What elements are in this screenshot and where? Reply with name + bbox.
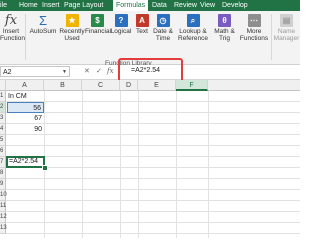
theta-icon: θ — [218, 14, 231, 27]
gridline — [6, 233, 300, 234]
autosum-button[interactable]: Σ AutoSum — [28, 13, 58, 35]
name-box[interactable]: A2 — [0, 66, 70, 77]
tab-page-layout[interactable]: Page Layout — [64, 0, 103, 11]
column-header-blank — [208, 80, 300, 91]
recently-used-label-1: Recently — [59, 28, 85, 35]
gridline — [6, 101, 300, 102]
logical-button[interactable]: ? Logical — [110, 13, 132, 35]
gridline — [6, 145, 300, 146]
ribbon-formulas: fx Insert Function Σ AutoSum ★ Recently … — [0, 11, 300, 67]
fx-icon: fx — [4, 13, 18, 28]
text-label: Text — [136, 28, 148, 35]
gridline — [6, 211, 300, 212]
lookup-reference-button[interactable]: ⌕ Lookup & Reference — [175, 13, 211, 42]
more-functions-label-1: More — [246, 28, 262, 35]
column-header-a[interactable]: A — [6, 80, 44, 91]
column-header-e[interactable]: E — [138, 80, 176, 91]
more-functions-label-2: Functions — [239, 35, 269, 42]
name-manager-icon: ▤ — [280, 14, 293, 27]
tab-home[interactable]: Home — [19, 0, 38, 11]
recently-used-label-2: Used — [64, 35, 80, 42]
name-manager-button[interactable]: ▤ Name Manager — [273, 13, 300, 42]
lookup-label-1: Lookup & — [179, 28, 207, 35]
math-trig-label-1: Math & — [214, 28, 235, 35]
date-time-label-2: Time — [155, 35, 171, 42]
ribbon-divider — [271, 14, 272, 60]
logical-label: Logical — [110, 28, 132, 35]
cell-a3[interactable]: 67 — [7, 113, 44, 124]
insert-function-icon[interactable]: fx — [107, 67, 114, 75]
tab-data[interactable]: Data — [152, 0, 167, 11]
name-manager-label-2: Manager — [273, 35, 300, 42]
worksheet-grid[interactable]: A B C D E F 1 2 3 4 5 6 7 8 9 10 11 12 1… — [0, 80, 300, 238]
gridline — [208, 91, 209, 238]
cancel-icon[interactable]: ✕ — [84, 67, 90, 75]
gridline — [6, 222, 300, 223]
financial-icon: $ — [91, 14, 104, 27]
ribbon-tab-bar: ile Home Insert Page Layout Formulas Dat… — [0, 0, 300, 11]
logical-icon: ? — [114, 14, 128, 27]
tab-formulas[interactable]: Formulas — [113, 0, 149, 11]
gridline — [176, 91, 177, 238]
gridline — [120, 91, 121, 238]
cell-a4[interactable]: 90 — [7, 124, 44, 135]
financial-button[interactable]: $ Financial — [85, 13, 112, 35]
more-functions-button[interactable]: ⋯ More Functions — [239, 13, 269, 42]
text-icon: A — [135, 14, 149, 27]
gridline — [82, 91, 83, 238]
column-header-f[interactable]: F — [176, 80, 208, 91]
financial-label: Financial — [85, 28, 112, 35]
fill-handle[interactable] — [42, 165, 48, 171]
star-icon: ★ — [65, 14, 79, 27]
tab-view[interactable]: View — [200, 0, 215, 11]
tab-insert[interactable]: Insert — [42, 0, 60, 11]
more-functions-icon: ⋯ — [247, 14, 261, 27]
chevron-down-icon[interactable]: ▼ — [62, 69, 67, 75]
sigma-icon: Σ — [38, 13, 48, 28]
insert-function-label-1: Insert — [2, 28, 20, 35]
enter-icon[interactable]: ✓ — [96, 67, 102, 75]
cell-a1[interactable]: In CM — [8, 91, 44, 102]
gridline — [6, 112, 300, 113]
tab-review[interactable]: Review — [174, 0, 197, 11]
column-header-b[interactable]: B — [44, 80, 82, 91]
clock-icon: ◷ — [156, 14, 170, 27]
gridline — [6, 189, 300, 190]
gridline — [6, 167, 300, 168]
gridline — [6, 178, 300, 179]
date-time-button[interactable]: ◷ Date & Time — [151, 13, 175, 42]
ribbon-divider — [25, 14, 26, 60]
autosum-label: AutoSum — [29, 28, 57, 35]
gridline — [6, 200, 300, 201]
gridline — [138, 91, 139, 238]
math-trig-label-2: Trig — [219, 35, 230, 42]
gridline — [6, 156, 300, 157]
column-header-c[interactable]: C — [82, 80, 120, 91]
insert-function-label-2: Function — [0, 35, 25, 42]
date-time-label-1: Date & — [153, 28, 173, 35]
column-header-d[interactable]: D — [120, 80, 138, 91]
active-cell-a7[interactable]: =A2*2.54 — [6, 156, 45, 168]
text-functions-button[interactable]: A Text — [134, 13, 150, 35]
insert-function-button[interactable]: fx Insert Function — [0, 13, 25, 42]
tab-file[interactable]: ile — [0, 0, 7, 11]
gridline — [6, 123, 300, 124]
lookup-label-2: Reference — [178, 35, 208, 42]
name-manager-label-1: Name — [277, 28, 296, 35]
cell-a2[interactable]: 56 — [7, 102, 44, 113]
recently-used-button[interactable]: ★ Recently Used — [59, 13, 85, 42]
lookup-icon: ⌕ — [186, 14, 200, 27]
math-trig-button[interactable]: θ Math & Trig — [212, 13, 237, 42]
gridline — [6, 134, 300, 135]
tab-developer[interactable]: Develop — [222, 0, 248, 11]
